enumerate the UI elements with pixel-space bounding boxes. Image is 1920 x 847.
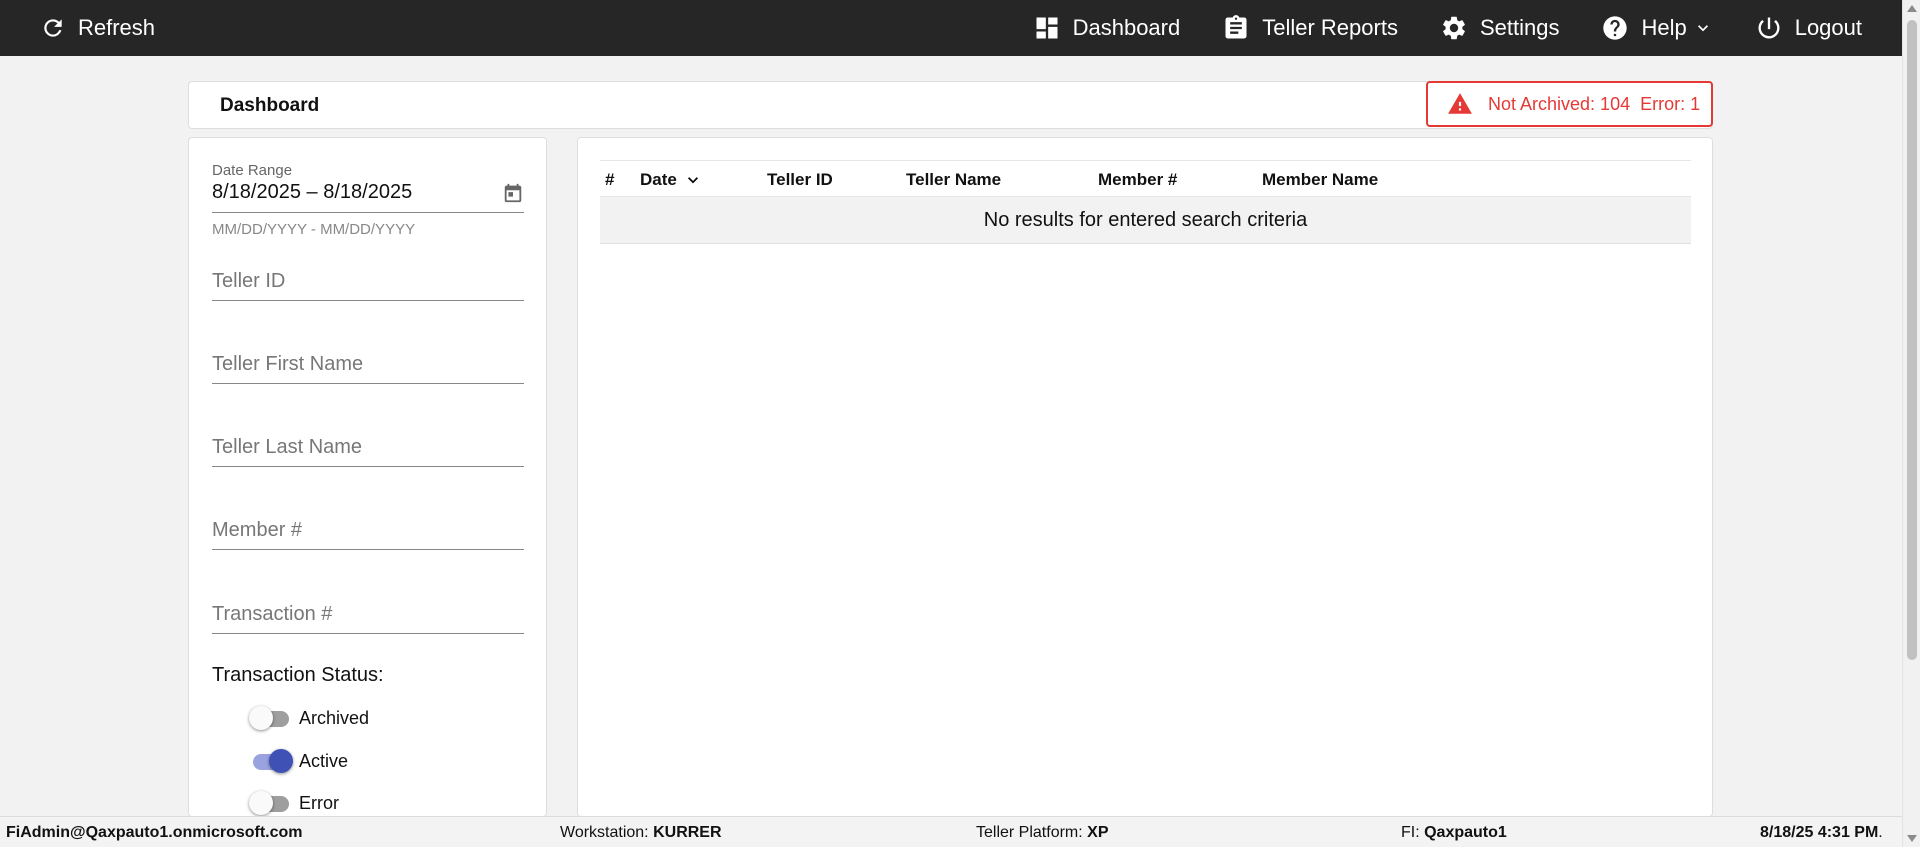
archive-status-alert[interactable]: Not Archived: 104 Error: 1 <box>1426 81 1713 127</box>
archived-label: Archived <box>299 707 370 728</box>
scroll-down-arrow-icon[interactable] <box>1907 835 1917 842</box>
nav-help-label: Help <box>1641 15 1687 40</box>
empty-results-message: No results for entered search criteria <box>983 208 1308 231</box>
scrollbar-thumb[interactable] <box>1907 20 1917 660</box>
error-switch[interactable] <box>249 790 293 816</box>
column-number-label: # <box>605 170 615 189</box>
workstation-value: KURRER <box>653 824 722 841</box>
transactions-table: # Date Teller ID Teller Name Member # Me… <box>600 160 1691 244</box>
nav-dashboard[interactable]: Dashboard <box>1033 14 1181 42</box>
fi-value: Qaxpauto1 <box>1424 824 1507 841</box>
footer-datetime: 8/18/25 4:31 PM. <box>1760 824 1883 842</box>
datetime-suffix: . <box>1878 824 1883 841</box>
results-panel: # Date Teller ID Teller Name Member # Me… <box>577 137 1713 817</box>
refresh-icon <box>44 19 62 37</box>
status-toggle-archived[interactable]: Archived <box>249 705 369 731</box>
column-member-number-label: Member # <box>1098 170 1178 189</box>
page-title: Dashboard <box>220 95 320 116</box>
error-count: Error: 1 <box>1640 93 1701 114</box>
refresh-label: Refresh <box>78 15 156 40</box>
status-toggle-active[interactable]: Active <box>249 748 348 774</box>
footer-user-value: FiAdmin@Qaxpauto1.onmicrosoft.com <box>6 824 303 841</box>
nav-settings[interactable]: Settings <box>1440 14 1560 42</box>
nav-logout[interactable]: Logout <box>1755 14 1862 42</box>
dashboard-icon <box>1036 17 1058 39</box>
nav-settings-label: Settings <box>1479 15 1560 40</box>
page-header: Dashboard Not Archived: 104 Error: 1 <box>188 81 1713 129</box>
footer-user: FiAdmin@Qaxpauto1.onmicrosoft.com <box>6 824 303 842</box>
column-header-date[interactable]: Date <box>640 170 703 190</box>
help-icon <box>1603 16 1628 40</box>
table-header: # Date Teller ID Teller Name Member # Me… <box>600 160 1691 197</box>
sort-descending-icon <box>687 177 698 184</box>
error-label: Error <box>299 792 339 813</box>
fi-label: FI: <box>1401 824 1425 841</box>
footer-teller-platform: Teller Platform: XP <box>976 824 1108 842</box>
nav-logout-label: Logout <box>1794 15 1862 40</box>
empty-results-row: No results for entered search criteria <box>600 197 1691 244</box>
chevron-down-icon <box>1697 25 1708 32</box>
warning-icon <box>1448 93 1472 114</box>
column-member-name-label: Member Name <box>1262 170 1379 189</box>
active-label: Active <box>299 750 349 771</box>
main-menu: Dashboard Teller Reports Settings Help L… <box>1033 14 1862 42</box>
column-header-number[interactable]: # <box>605 170 614 190</box>
transaction-number-input[interactable] <box>212 603 524 634</box>
datetime-value: 8/18/25 4:31 PM <box>1760 824 1879 841</box>
scroll-up-arrow-icon[interactable] <box>1907 5 1917 12</box>
column-date-label: Date <box>640 170 677 189</box>
vertical-scrollbar[interactable] <box>1902 0 1920 847</box>
column-header-teller-id[interactable]: Teller ID <box>767 170 833 190</box>
status-footer: FiAdmin@Qaxpauto1.onmicrosoft.com Workst… <box>0 816 1902 847</box>
column-header-member-name[interactable]: Member Name <box>1262 170 1378 190</box>
nav-teller-reports-label: Teller Reports <box>1262 15 1398 40</box>
transaction-status-label: Transaction Status: <box>212 664 384 686</box>
teller-last-name-input[interactable] <box>212 436 524 467</box>
column-header-teller-name[interactable]: Teller Name <box>906 170 1001 190</box>
member-number-input[interactable] <box>212 519 524 550</box>
clipboard-icon <box>1225 15 1247 39</box>
workstation-label: Workstation: <box>560 824 654 841</box>
top-navigation-bar: Refresh Dashboard Teller Reports Setting… <box>0 0 1902 56</box>
nav-help[interactable]: Help <box>1601 14 1712 42</box>
archived-switch[interactable] <box>249 705 293 731</box>
date-range-value[interactable]: 8/18/2025 – 8/18/2025 <box>212 181 412 204</box>
platform-label: Teller Platform: <box>976 824 1088 841</box>
column-header-member-number[interactable]: Member # <box>1098 170 1177 190</box>
platform-value: XP <box>1087 824 1109 841</box>
column-teller-id-label: Teller ID <box>767 170 833 189</box>
nav-teller-reports[interactable]: Teller Reports <box>1222 14 1398 42</box>
status-toggle-error[interactable]: Error <box>249 790 339 816</box>
calendar-icon[interactable] <box>502 182 524 204</box>
filter-panel: Date Range 8/18/2025 – 8/18/2025 MM/DD/Y… <box>188 137 547 817</box>
column-teller-name-label: Teller Name <box>906 170 1002 189</box>
teller-first-name-input[interactable] <box>212 353 524 384</box>
footer-workstation: Workstation: KURRER <box>560 824 722 842</box>
date-range-hint: MM/DD/YYYY - MM/DD/YYYY <box>212 221 416 238</box>
nav-dashboard-label: Dashboard <box>1072 15 1181 40</box>
refresh-button[interactable]: Refresh <box>40 15 155 41</box>
power-icon <box>1758 17 1780 39</box>
date-range-field[interactable]: Date Range 8/18/2025 – 8/18/2025 MM/DD/Y… <box>212 162 524 238</box>
not-archived-count: Not Archived: 104 <box>1488 93 1631 114</box>
teller-id-input[interactable] <box>212 270 524 301</box>
footer-fi: FI: Qaxpauto1 <box>1401 824 1507 842</box>
date-range-label: Date Range <box>212 162 293 179</box>
active-switch[interactable] <box>249 748 293 774</box>
gear-icon <box>1443 16 1465 40</box>
